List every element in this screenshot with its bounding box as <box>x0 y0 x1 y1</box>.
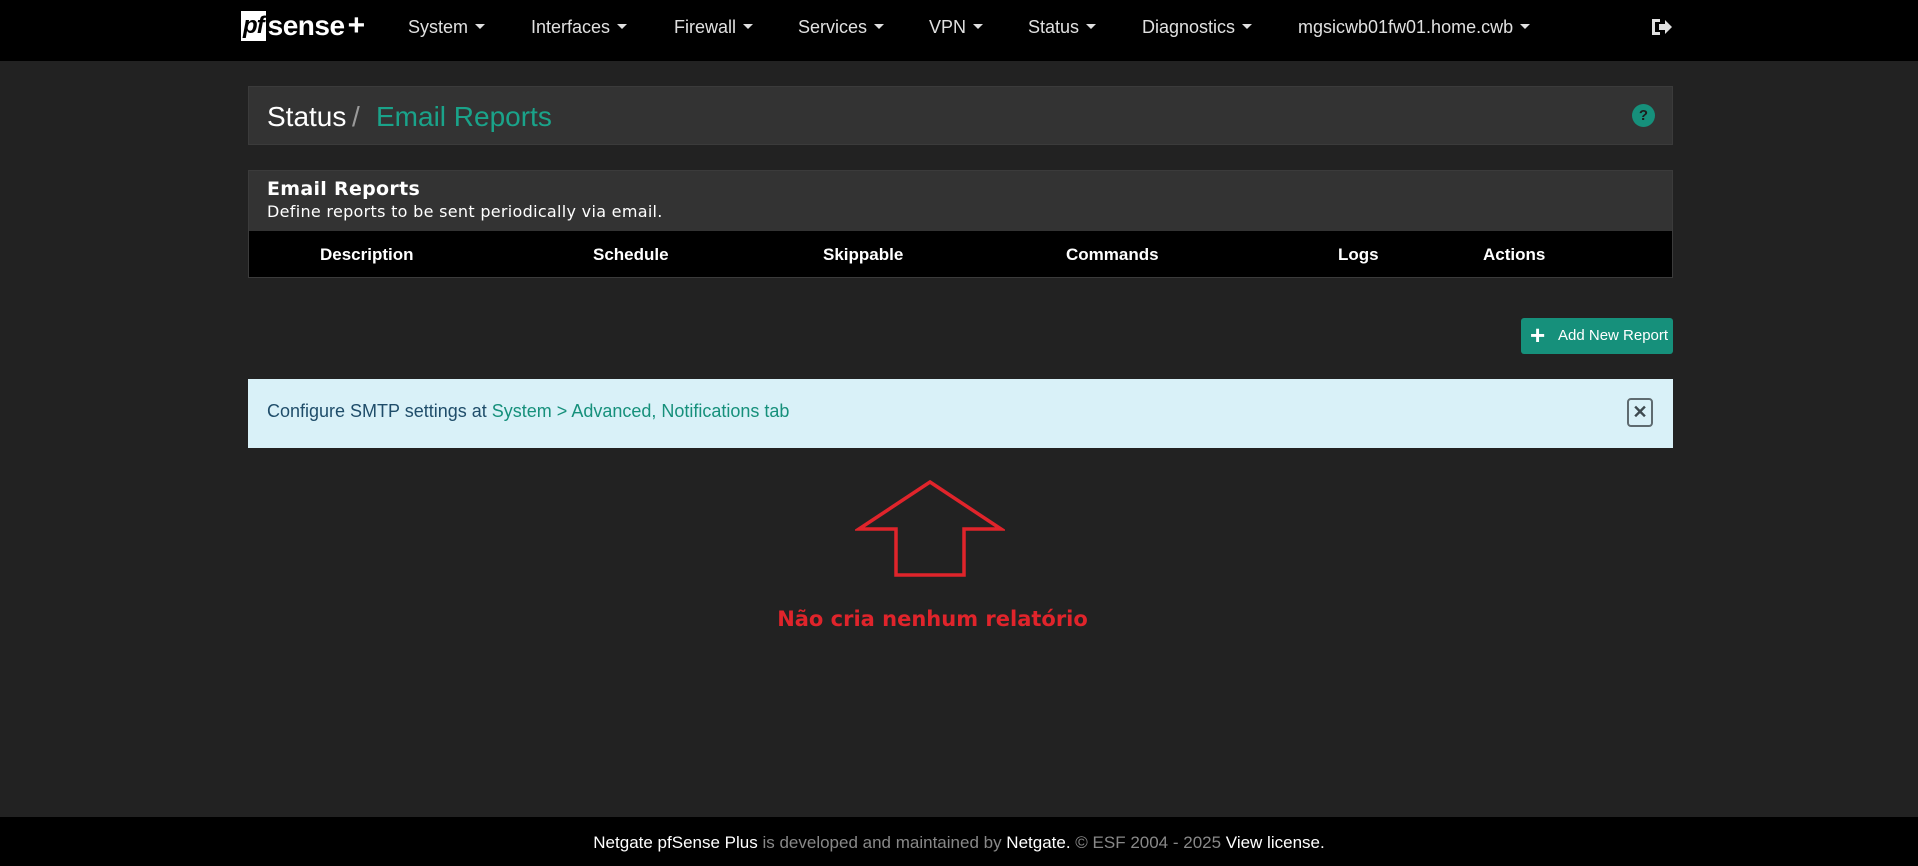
nav-menu-system[interactable]: System <box>408 17 486 38</box>
caret-down-icon <box>874 23 885 29</box>
caret-down-icon <box>1242 23 1253 29</box>
breadcrumb-section: Status <box>267 101 347 132</box>
email-reports-panel: Email Reports Define reports to be sent … <box>248 170 1673 278</box>
pfsense-logo[interactable]: pf sense + <box>241 9 366 42</box>
smtp-info-alert: Configure SMTP settings at System > Adva… <box>248 379 1673 448</box>
sign-out-icon[interactable] <box>1650 16 1674 38</box>
nav-menu-label: Status <box>1028 17 1080 37</box>
nav-menu-services[interactable]: Services <box>798 17 885 38</box>
caret-down-icon <box>1520 23 1531 29</box>
logo-plus: + <box>347 9 366 42</box>
add-new-report-label: Add New Report <box>1558 327 1669 344</box>
add-new-report-button[interactable]: + Add New Report <box>1521 318 1673 354</box>
caret-down-icon <box>743 23 754 29</box>
footer: Netgate pfSense Plus is developed and ma… <box>0 817 1918 866</box>
up-arrow-annotation-icon <box>853 479 1007 580</box>
caret-down-icon <box>617 23 628 29</box>
footer-copyright: © ESF 2004 - 2025 <box>1070 833 1226 852</box>
column-header-logs: Logs <box>1338 245 1379 264</box>
column-header-description: Description <box>320 245 414 264</box>
footer-text: is developed and maintained by <box>757 833 1007 852</box>
column-header-commands: Commands <box>1066 245 1159 264</box>
table-header: Description Schedule Skippable Commands … <box>249 231 1672 277</box>
plus-icon: + <box>1530 320 1546 350</box>
nav-menu-label: VPN <box>929 17 967 37</box>
notifications-settings-link[interactable]: System > Advanced, Notifications tab <box>492 401 790 421</box>
logo-pf: pf <box>241 11 266 41</box>
nav-menu-status[interactable]: Status <box>1028 17 1097 38</box>
column-header-schedule: Schedule <box>593 245 669 264</box>
close-icon[interactable]: ✕ <box>1627 398 1653 427</box>
caret-down-icon <box>1086 23 1097 29</box>
nav-menu-label: Diagnostics <box>1142 17 1236 37</box>
nav-menu-hostname[interactable]: mgsicwb01fw01.home.cwb <box>1298 17 1531 38</box>
nav-menu-label: Interfaces <box>531 17 611 37</box>
top-navbar: pf sense + System Interfaces Firewall Se… <box>0 0 1918 61</box>
annotation-text: Não cria nenhum relatório <box>777 607 1088 631</box>
alert-message: Configure SMTP settings at System > Adva… <box>267 401 789 422</box>
footer-product-link[interactable]: Netgate pfSense Plus <box>593 833 757 852</box>
column-header-skippable: Skippable <box>823 245 904 264</box>
panel-subtitle: Define reports to be sent periodically v… <box>267 202 663 221</box>
panel-title: Email Reports <box>267 178 421 200</box>
nav-menu-vpn[interactable]: VPN <box>929 17 984 38</box>
breadcrumb-separator: / <box>352 101 360 132</box>
nav-menu-interfaces[interactable]: Interfaces <box>531 17 628 38</box>
caret-down-icon <box>475 23 486 29</box>
column-header-actions: Actions <box>1483 245 1546 264</box>
alert-text: Configure SMTP settings at <box>267 401 492 421</box>
view-license-link[interactable]: View license. <box>1226 833 1325 852</box>
nav-menu-label: System <box>408 17 469 37</box>
logo-sense: sense <box>267 10 345 41</box>
nav-menu-label: Services <box>798 17 868 37</box>
breadcrumb-current-page[interactable]: Email Reports <box>376 101 552 133</box>
nav-menu-label: Firewall <box>674 17 737 37</box>
footer-company-link[interactable]: Netgate. <box>1006 833 1070 852</box>
nav-menu-label: mgsicwb01fw01.home.cwb <box>1298 17 1514 37</box>
breadcrumb: Status / Email Reports ? <box>248 86 1673 145</box>
caret-down-icon <box>973 23 984 29</box>
nav-menu-diagnostics[interactable]: Diagnostics <box>1142 17 1253 38</box>
help-icon[interactable]: ? <box>1632 104 1655 127</box>
nav-menu-firewall[interactable]: Firewall <box>674 17 754 38</box>
